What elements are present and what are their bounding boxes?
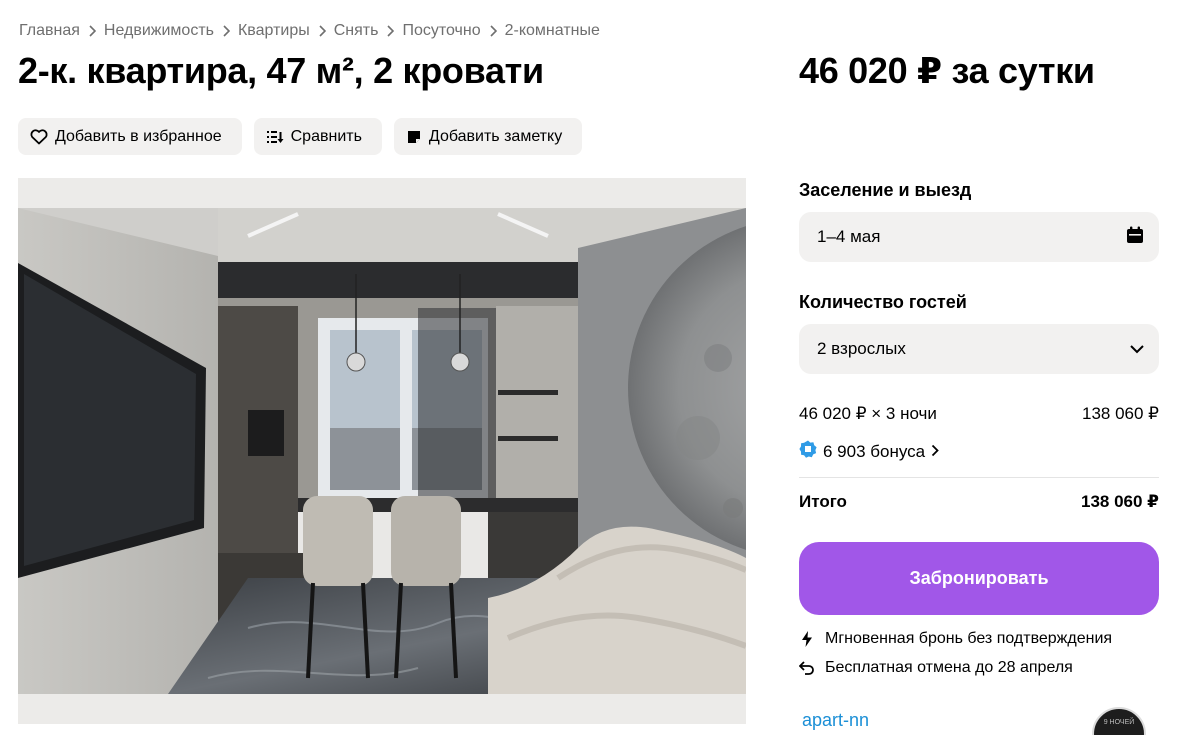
return-arrow-icon — [799, 661, 815, 675]
lightning-icon — [799, 631, 815, 647]
add-note-button[interactable]: Добавить заметку — [393, 118, 583, 155]
chevron-right-icon — [318, 25, 326, 37]
free-cancellation-text: Бесплатная отмена до 28 апреля — [825, 659, 1073, 676]
dates-value: 1–4 мая — [817, 227, 881, 246]
calendar-icon — [1125, 225, 1145, 250]
book-button[interactable]: Забронировать — [799, 542, 1159, 615]
breadcrumb-2-room[interactable]: 2-комнатные — [505, 22, 600, 40]
total-row: Итого 138 060 ₽ — [799, 492, 1159, 512]
compare-button[interactable]: Сравнить — [253, 118, 382, 155]
apartment-photo-illustration — [18, 178, 746, 724]
total-label: Итого — [799, 492, 847, 511]
listing-actions: Добавить в избранное Сравнить Добавить з… — [18, 118, 583, 155]
add-to-favorites-label: Добавить в избранное — [55, 127, 222, 145]
price-calculation-value: 138 060 ₽ — [1082, 404, 1159, 423]
heart-icon — [30, 128, 48, 145]
seller-avatar-text: 9 НОЧЕЙ — [1103, 719, 1135, 726]
chevron-right-icon — [88, 25, 96, 37]
price-per-day: 46 020 ₽ за сутки — [799, 50, 1095, 91]
add-note-label: Добавить заметку — [428, 127, 563, 145]
breadcrumb-rent[interactable]: Снять — [334, 22, 379, 40]
total-value: 138 060 ₽ — [1080, 492, 1159, 511]
add-to-favorites-button[interactable]: Добавить в избранное — [18, 118, 242, 155]
dates-field[interactable]: 1–4 мая — [799, 212, 1159, 262]
chevron-right-icon — [386, 25, 395, 37]
breadcrumb-daily[interactable]: Посуточно — [402, 22, 480, 40]
breadcrumb-realty[interactable]: Недвижимость — [104, 22, 214, 40]
divider — [799, 477, 1159, 478]
instant-booking-text: Мгновенная бронь без подтверждения — [825, 630, 1113, 647]
dates-label: Заселение и выезд — [799, 180, 972, 200]
price-calculation-label: 46 020 ₽ × 3 ночи — [799, 404, 937, 423]
free-cancellation-note: Бесплатная отмена до 28 апреля — [799, 659, 1073, 677]
seller-avatar[interactable]: 9 НОЧЕЙ — [1092, 707, 1146, 735]
listing-photo[interactable] — [18, 178, 746, 724]
chevron-right-icon — [222, 25, 230, 37]
breadcrumb-apartments[interactable]: Квартиры — [238, 22, 310, 40]
price-calculation-row: 46 020 ₽ × 3 ночи 138 060 ₽ — [799, 404, 1159, 424]
compare-label: Сравнить — [290, 127, 362, 145]
guests-value: 2 взрослых — [817, 339, 906, 358]
chevron-right-icon — [489, 25, 497, 37]
note-icon — [406, 129, 422, 145]
bonus-badge-icon — [799, 440, 817, 463]
guests-label: Количество гостей — [799, 292, 967, 312]
breadcrumb: Главная Недвижимость Квартиры Снять Посу… — [19, 22, 600, 40]
chevron-down-icon — [1129, 339, 1145, 359]
instant-booking-note: Мгновенная бронь без подтверждения — [799, 630, 1112, 648]
bonus-link[interactable]: 6 903 бонуса — [799, 440, 939, 463]
guests-select[interactable]: 2 взрослых — [799, 324, 1159, 374]
page-title: 2-к. квартира, 47 м², 2 кровати — [18, 50, 544, 91]
bonus-amount: 6 903 бонуса — [823, 441, 926, 461]
breadcrumb-home[interactable]: Главная — [19, 22, 80, 40]
compare-icon — [266, 129, 284, 145]
chevron-right-icon — [931, 442, 939, 462]
seller-name-link[interactable]: apart-nn — [802, 710, 869, 731]
